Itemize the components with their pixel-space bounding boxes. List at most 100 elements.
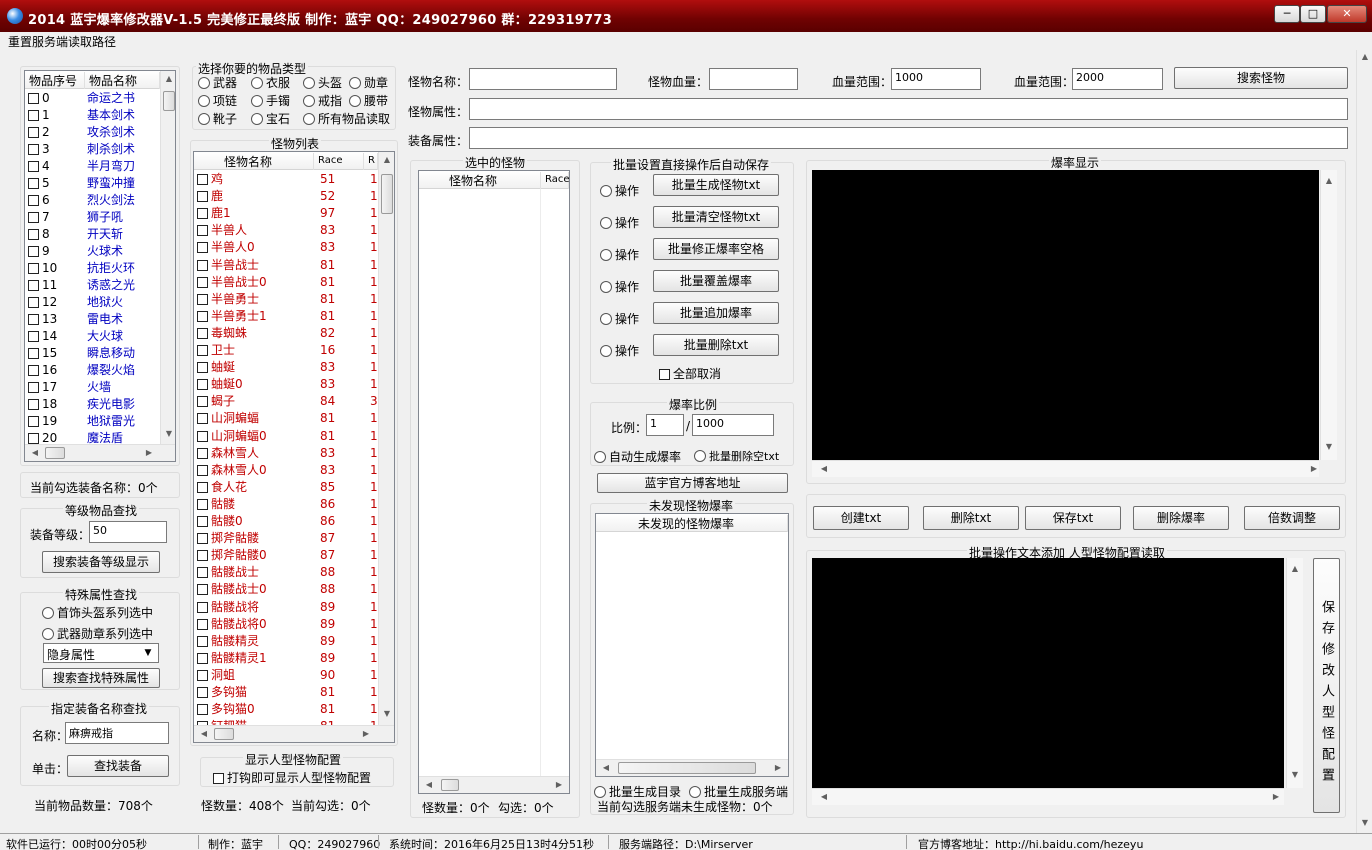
item-type-option[interactable]: 衣服 (251, 74, 290, 91)
item-type-option[interactable]: 靴子 (198, 110, 237, 127)
monster-row[interactable]: 掷斧骷髅 87 1 (194, 530, 378, 547)
scroll-right-icon[interactable]: ▶ (1268, 792, 1284, 801)
checkbox-icon[interactable] (197, 430, 208, 442)
equip-name-input[interactable]: 麻痹戒指 (65, 722, 169, 744)
search-special-button[interactable]: 搜索查找特殊属性 (42, 668, 160, 688)
undiscovered-list[interactable]: 未发现的怪物爆率 ◀ ▶ (595, 513, 789, 777)
monster-row[interactable]: 食人花 85 1 (194, 479, 378, 496)
scroll-left-icon[interactable]: ◀ (196, 729, 212, 738)
monster-row[interactable]: 半兽人 83 1 (194, 222, 378, 239)
checkbox-icon[interactable] (28, 382, 39, 393)
checkbox-icon[interactable] (197, 293, 208, 305)
checkbox-icon[interactable] (28, 331, 39, 342)
scroll-right-icon[interactable]: ▶ (551, 780, 567, 789)
item-type-option[interactable]: 勋章 (349, 74, 388, 91)
checkbox-icon[interactable] (197, 618, 208, 630)
item-type-option[interactable]: 手镯 (251, 92, 290, 109)
batch-button[interactable]: 批量清空怪物txt (653, 206, 779, 228)
level-input[interactable]: 50 (89, 521, 167, 543)
monster-row[interactable]: 骷髅战将0 89 1 (194, 616, 378, 633)
checkbox-icon[interactable] (197, 652, 208, 664)
checkbox-icon[interactable] (197, 310, 208, 322)
checkbox-icon[interactable] (197, 704, 208, 716)
checkbox-icon[interactable] (28, 263, 39, 274)
item-type-option[interactable]: 宝石 (251, 110, 290, 127)
scroll-left-icon[interactable]: ◀ (598, 763, 614, 772)
col-item-name[interactable]: 物品名称 (85, 72, 160, 89)
scroll-up-icon[interactable]: ▲ (161, 74, 175, 83)
scroll-right-icon[interactable]: ▶ (1306, 464, 1322, 473)
batch-button[interactable]: 批量追加爆率 (653, 302, 779, 324)
col-item-id[interactable]: 物品序号 (25, 72, 85, 89)
item-row[interactable]: 15 瞬息移动 (25, 345, 160, 362)
col-selected-race[interactable]: Race (541, 172, 569, 189)
text-hscroll[interactable]: ◀ ▶ (812, 788, 1284, 805)
checkbox-icon[interactable] (28, 161, 39, 172)
save-humanoid-button[interactable]: 保存修改人型怪配置 (1313, 558, 1340, 813)
batch-op-radio[interactable]: 操作 (600, 342, 639, 359)
item-row[interactable]: 2 攻杀剑术 (25, 124, 160, 141)
scroll-down-icon[interactable]: ▼ (1357, 818, 1372, 827)
scroll-thumb[interactable] (45, 447, 65, 459)
monster-row[interactable]: 蝎子 84 3 (194, 393, 378, 410)
monster-row[interactable]: 骷髅战将 89 1 (194, 599, 378, 616)
monster-row[interactable]: 毒蜘蛛 82 1 (194, 325, 378, 342)
scroll-up-icon[interactable]: ▲ (1357, 52, 1372, 61)
item-row[interactable]: 19 地狱雷光 (25, 413, 160, 430)
item-row[interactable]: 17 火墙 (25, 379, 160, 396)
monster-row[interactable]: 多钩猫 81 1 (194, 684, 378, 701)
scroll-down-icon[interactable]: ▼ (1321, 442, 1337, 451)
ratio-numerator-input[interactable]: 1 (646, 414, 684, 436)
undiscovered-hscroll[interactable]: ◀ ▶ (596, 759, 788, 776)
col-monster-name[interactable]: 怪物名称 (194, 153, 314, 170)
batch-op-radio[interactable]: 操作 (600, 310, 639, 327)
monster-row[interactable]: 半兽战士0 81 1 (194, 274, 378, 291)
checkbox-icon[interactable] (197, 447, 208, 459)
ratio-denominator-input[interactable]: 1000 (692, 414, 774, 436)
checkbox-icon[interactable] (28, 110, 39, 121)
checkbox-icon[interactable] (28, 144, 39, 155)
opt-jewelry-helmet[interactable]: 首饰头盔系列选中 (42, 604, 153, 621)
monster-row[interactable]: 半兽勇士1 81 1 (194, 308, 378, 325)
checkbox-icon[interactable] (28, 297, 39, 308)
item-type-option[interactable]: 项链 (198, 92, 237, 109)
monster-row[interactable]: 蚰蜒0 83 1 (194, 376, 378, 393)
checkbox-icon[interactable] (28, 416, 39, 427)
menu-reset-path[interactable]: 重置服务端读取路径 (8, 33, 116, 50)
rate-hscroll[interactable]: ◀ ▶ (812, 460, 1319, 477)
batch-button[interactable]: 批量覆盖爆率 (653, 270, 779, 292)
scroll-thumb[interactable] (441, 779, 459, 791)
monster-hp-input[interactable] (709, 68, 798, 90)
opt-weapon-medal[interactable]: 武器勋章系列选中 (42, 625, 153, 642)
window-vscroll[interactable]: ▲ ▼ (1356, 50, 1372, 833)
scroll-thumb[interactable] (618, 762, 756, 774)
checkbox-icon[interactable] (28, 348, 39, 359)
item-row[interactable]: 16 爆裂火焰 (25, 362, 160, 379)
scroll-thumb[interactable] (163, 91, 175, 111)
checkbox-icon[interactable] (197, 516, 208, 527)
opt-auto-rate[interactable]: 自动生成爆率 (594, 448, 681, 465)
item-type-option[interactable]: 头盔 (303, 74, 342, 91)
checkbox-icon[interactable] (28, 178, 39, 189)
scroll-left-icon[interactable]: ◀ (816, 464, 832, 473)
checkbox-icon[interactable] (197, 635, 208, 647)
checkbox-icon[interactable] (197, 601, 208, 613)
checkbox-icon[interactable] (197, 464, 208, 476)
col-extra[interactable]: R (364, 153, 378, 170)
monster-row[interactable]: 半兽战士 81 1 (194, 257, 378, 274)
monster-vscroll[interactable]: ▲ ▼ (378, 152, 394, 725)
batch-op-radio[interactable]: 操作 (600, 182, 639, 199)
monster-row[interactable]: 山洞蝙蝠 81 1 (194, 410, 378, 427)
checkbox-icon[interactable] (197, 481, 208, 493)
text-vscroll[interactable]: ▲ ▼ (1286, 558, 1303, 788)
checkbox-icon[interactable] (197, 327, 208, 339)
monster-row[interactable]: 掷斧骷髅0 87 1 (194, 547, 378, 564)
item-row[interactable]: 11 诱惑之光 (25, 277, 160, 294)
batch-op-radio[interactable]: 操作 (600, 278, 639, 295)
items-list[interactable]: 物品序号 物品名称 0 命运之书 1 基本剑术 2 攻杀剑术 3 刺杀剑术 4 半月弯刀 5 野蛮冲撞… (24, 70, 176, 462)
monster-row[interactable]: 骷髅0 86 1 (194, 513, 378, 530)
item-row[interactable]: 4 半月弯刀 (25, 158, 160, 175)
checkbox-icon[interactable] (28, 212, 39, 223)
scroll-up-icon[interactable]: ▲ (379, 155, 394, 164)
monster-row[interactable]: 鸡 51 1 (194, 171, 378, 188)
